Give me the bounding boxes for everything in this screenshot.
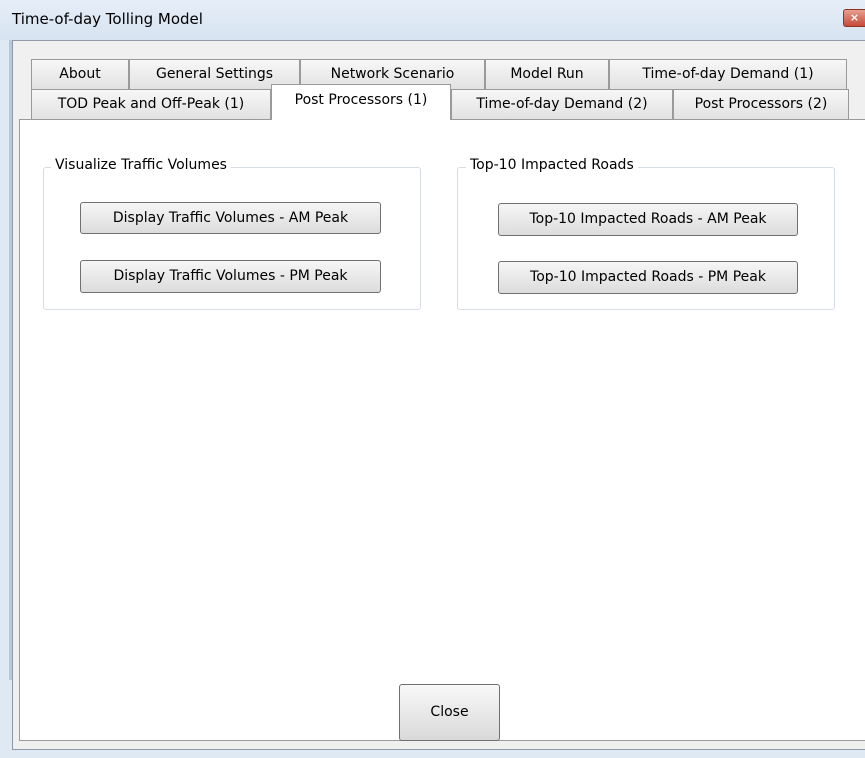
button-label: Display Traffic Volumes - AM Peak — [112, 210, 349, 226]
tab-label: Post Processors (2) — [694, 96, 828, 112]
tab-about[interactable]: About — [31, 59, 129, 89]
group-title-top10: Top-10 Impacted Roads — [466, 157, 638, 173]
button-label: Top-10 Impacted Roads - AM Peak — [529, 211, 767, 227]
top10-roads-pm-button[interactable]: Top-10 Impacted Roads - PM Peak — [498, 261, 798, 294]
tab-label: Time-of-day Demand (1) — [642, 66, 814, 82]
tab-label: Model Run — [510, 66, 584, 82]
close-button[interactable]: Close — [399, 684, 500, 741]
display-volumes-pm-button[interactable]: Display Traffic Volumes - PM Peak — [80, 260, 381, 293]
tab-time-of-day-demand-1[interactable]: Time-of-day Demand (1) — [609, 59, 847, 89]
window-title: Time-of-day Tolling Model — [12, 10, 203, 28]
group-title-visualize: Visualize Traffic Volumes — [51, 157, 231, 173]
app-window: Time-of-day Tolling Model × About Genera… — [0, 0, 865, 758]
tab-post-processors-2[interactable]: Post Processors (2) — [673, 89, 849, 119]
tab-model-run[interactable]: Model Run — [485, 59, 609, 89]
tab-time-of-day-demand-2[interactable]: Time-of-day Demand (2) — [451, 89, 673, 119]
tab-label: About — [59, 66, 101, 82]
tab-label: Post Processors (1) — [294, 92, 428, 108]
tab-label: Network Scenario — [330, 66, 455, 82]
window-bottom-border — [0, 750, 865, 758]
top10-roads-am-button[interactable]: Top-10 Impacted Roads - AM Peak — [498, 203, 798, 236]
tab-label: General Settings — [155, 66, 274, 82]
tab-label: TOD Peak and Off-Peak (1) — [57, 96, 245, 112]
button-label: Top-10 Impacted Roads - PM Peak — [530, 269, 766, 285]
tab-label: Time-of-day Demand (2) — [476, 96, 648, 112]
title-bar[interactable]: Time-of-day Tolling Model × — [0, 0, 865, 40]
button-label: Display Traffic Volumes - PM Peak — [113, 268, 348, 284]
close-icon[interactable]: × — [843, 9, 865, 27]
tab-post-processors-1[interactable]: Post Processors (1) — [271, 84, 451, 120]
tab-tod-peak-off-peak-1[interactable]: TOD Peak and Off-Peak (1) — [31, 89, 271, 119]
display-volumes-am-button[interactable]: Display Traffic Volumes - AM Peak — [80, 202, 381, 234]
